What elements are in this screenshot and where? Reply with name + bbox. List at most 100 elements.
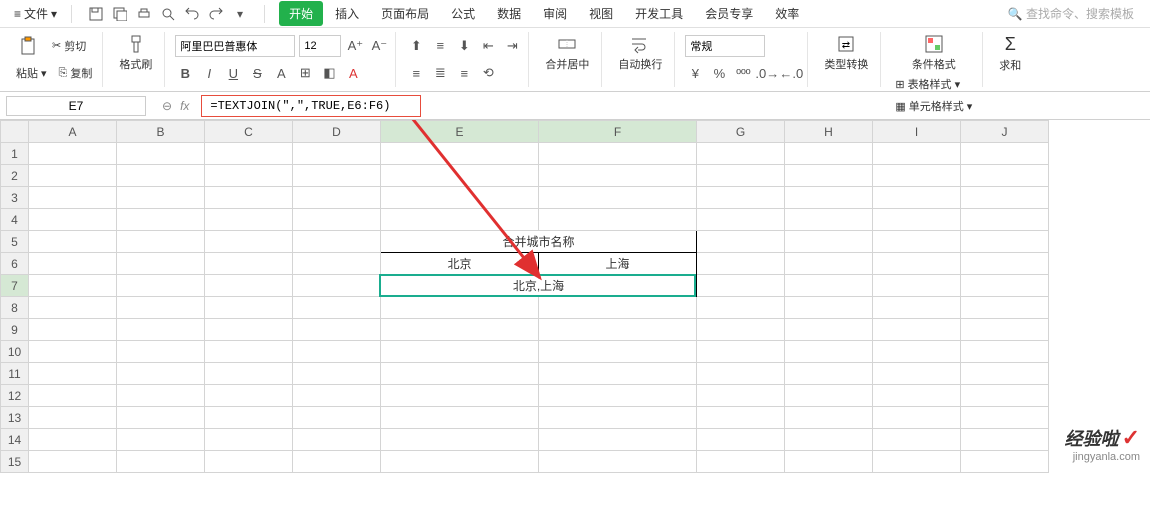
cell[interactable] xyxy=(873,407,961,429)
cell[interactable] xyxy=(697,451,785,473)
col-header-g[interactable]: G xyxy=(697,121,785,143)
font-color2-icon[interactable]: A xyxy=(343,63,363,83)
cell[interactable] xyxy=(29,253,117,275)
cell[interactable] xyxy=(961,231,1049,253)
tab-insert[interactable]: 插入 xyxy=(325,1,369,26)
cell[interactable] xyxy=(293,165,381,187)
undo-icon[interactable] xyxy=(184,6,200,22)
cell[interactable] xyxy=(785,165,873,187)
cell[interactable] xyxy=(205,275,293,297)
cell[interactable] xyxy=(381,209,539,231)
row-header-5[interactable]: 5 xyxy=(1,231,29,253)
cell[interactable] xyxy=(785,231,873,253)
cell[interactable] xyxy=(961,187,1049,209)
col-header-a[interactable]: A xyxy=(29,121,117,143)
cell[interactable] xyxy=(539,363,697,385)
cell[interactable] xyxy=(117,385,205,407)
cell-E5-F5[interactable]: 合并城市名称 xyxy=(381,231,697,253)
save-as-icon[interactable] xyxy=(112,6,128,22)
cell[interactable] xyxy=(961,253,1049,275)
cell[interactable] xyxy=(539,209,697,231)
cell[interactable] xyxy=(785,297,873,319)
cond-format-button[interactable]: 条件格式 xyxy=(891,32,976,74)
row-header-12[interactable]: 12 xyxy=(1,385,29,407)
cell[interactable] xyxy=(381,363,539,385)
cell[interactable] xyxy=(539,451,697,473)
cell[interactable] xyxy=(961,451,1049,473)
cell[interactable] xyxy=(961,341,1049,363)
cell[interactable] xyxy=(205,231,293,253)
cell[interactable] xyxy=(873,165,961,187)
cell[interactable] xyxy=(205,385,293,407)
cell[interactable] xyxy=(785,341,873,363)
col-header-h[interactable]: H xyxy=(785,121,873,143)
cell[interactable] xyxy=(697,187,785,209)
cell[interactable] xyxy=(697,143,785,165)
cell[interactable] xyxy=(697,407,785,429)
cell[interactable] xyxy=(293,363,381,385)
cell-F6[interactable]: 上海 xyxy=(539,253,697,275)
cell[interactable] xyxy=(381,385,539,407)
cell[interactable] xyxy=(381,187,539,209)
align-top-icon[interactable]: ⬆ xyxy=(406,36,426,56)
cell[interactable] xyxy=(697,319,785,341)
cell[interactable] xyxy=(205,451,293,473)
col-header-i[interactable]: I xyxy=(873,121,961,143)
cancel-icon[interactable]: ⊖ xyxy=(162,99,172,113)
orientation-icon[interactable]: ⟲ xyxy=(478,63,498,83)
sum-button[interactable]: Σ 求和 xyxy=(993,32,1027,75)
cell[interactable] xyxy=(117,275,205,297)
chevron-down-icon[interactable]: ▾ xyxy=(232,6,248,22)
cell[interactable] xyxy=(117,429,205,451)
cell[interactable] xyxy=(381,165,539,187)
row-header-10[interactable]: 10 xyxy=(1,341,29,363)
tab-member[interactable]: 会员专享 xyxy=(695,1,763,26)
merge-center-button[interactable]: 合并居中 xyxy=(539,32,595,74)
row-header-9[interactable]: 9 xyxy=(1,319,29,341)
font-name-select[interactable] xyxy=(175,35,295,57)
cell[interactable] xyxy=(117,231,205,253)
cell[interactable] xyxy=(381,297,539,319)
bold-button[interactable]: B xyxy=(175,63,195,83)
cell[interactable] xyxy=(697,165,785,187)
cell[interactable] xyxy=(873,319,961,341)
increase-font-icon[interactable]: A⁺ xyxy=(345,36,365,56)
cell[interactable] xyxy=(785,429,873,451)
cell[interactable] xyxy=(961,143,1049,165)
cell[interactable] xyxy=(293,297,381,319)
cell[interactable] xyxy=(29,341,117,363)
col-header-d[interactable]: D xyxy=(293,121,381,143)
cell[interactable] xyxy=(785,275,873,297)
tab-view[interactable]: 视图 xyxy=(579,1,623,26)
cell[interactable] xyxy=(117,165,205,187)
cell[interactable] xyxy=(785,451,873,473)
col-header-f[interactable]: F xyxy=(539,121,697,143)
cell[interactable] xyxy=(117,187,205,209)
cell[interactable] xyxy=(117,209,205,231)
cell[interactable] xyxy=(381,451,539,473)
tab-start[interactable]: 开始 xyxy=(279,1,323,26)
cell[interactable] xyxy=(539,407,697,429)
cut-button[interactable]: ✂ 剪切 xyxy=(48,36,90,56)
cell[interactable] xyxy=(117,341,205,363)
cell[interactable] xyxy=(961,429,1049,451)
tab-review[interactable]: 审阅 xyxy=(533,1,577,26)
cell[interactable] xyxy=(873,231,961,253)
cell[interactable] xyxy=(117,253,205,275)
cell[interactable] xyxy=(539,165,697,187)
format-painter-button[interactable]: 格式刷 xyxy=(113,32,158,74)
cell[interactable] xyxy=(205,363,293,385)
cell[interactable] xyxy=(293,209,381,231)
number-format-select[interactable] xyxy=(685,35,765,57)
print-icon[interactable] xyxy=(136,6,152,22)
tab-efficiency[interactable]: 效率 xyxy=(765,1,809,26)
currency-icon[interactable]: ¥ xyxy=(685,63,705,83)
cell[interactable] xyxy=(697,385,785,407)
cell-E6[interactable]: 北京 xyxy=(381,253,539,275)
cell[interactable] xyxy=(539,297,697,319)
cell[interactable] xyxy=(785,187,873,209)
formula-input[interactable] xyxy=(201,95,421,117)
table-style-button[interactable]: ⊞ 表格样式▾ xyxy=(891,74,976,94)
col-header-e[interactable]: E xyxy=(381,121,539,143)
align-middle-icon[interactable]: ≡ xyxy=(430,36,450,56)
